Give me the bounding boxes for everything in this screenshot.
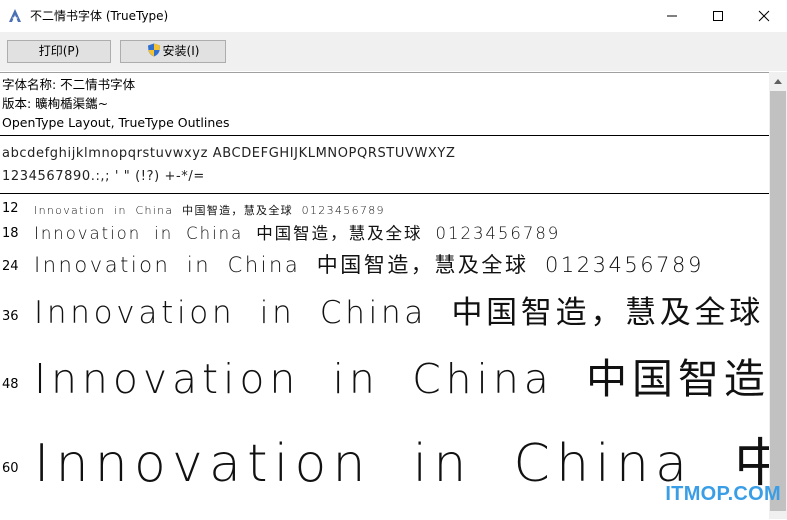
sample-text: Innovation in China 中国智造，慧及全球 0123456789 bbox=[34, 224, 561, 243]
sample-text: Innovation in China 中国智造，慧及全球 0123456789 bbox=[34, 204, 385, 217]
install-button-label: 安装(I) bbox=[162, 44, 200, 58]
watermark: ITMOP.COM bbox=[665, 483, 781, 505]
sample-row-18: 18 Innovation in China 中国智造，慧及全球 0123456… bbox=[0, 220, 769, 246]
size-label: 18 bbox=[2, 226, 19, 241]
close-button[interactable] bbox=[741, 0, 787, 32]
font-type-line: OpenType Layout, TrueType Outlines bbox=[2, 115, 230, 130]
size-label: 36 bbox=[2, 309, 19, 324]
close-icon bbox=[758, 10, 770, 22]
vertical-scrollbar[interactable] bbox=[769, 72, 787, 519]
sample-row-36: 36 Innovation in China 中国智造，慧及全球 bbox=[0, 285, 769, 337]
maximize-button[interactable] bbox=[695, 0, 741, 32]
print-button-label: 打印(P) bbox=[38, 44, 80, 58]
size-label: 48 bbox=[2, 377, 19, 392]
sample-text: Innovation in China 中国智造，慧及全球 0123456789 bbox=[34, 253, 704, 277]
sample-row-12: 12 Innovation in China 中国智造，慧及全球 0123456… bbox=[0, 199, 769, 219]
sample-text: Innovation in China 中国 bbox=[34, 434, 769, 494]
minimize-icon bbox=[667, 15, 677, 17]
size-label: 24 bbox=[2, 259, 19, 274]
minimize-button[interactable] bbox=[649, 0, 695, 32]
font-version-line: 版本: 曠栒楯渠鑴~ bbox=[2, 96, 109, 111]
sample-row-24: 24 Innovation in China 中国智造，慧及全球 0123456… bbox=[0, 247, 769, 283]
maximize-icon bbox=[713, 11, 723, 21]
size-label: 12 bbox=[2, 201, 19, 216]
charset-digits: 1234567890.:,; ' " (!?) +-*/= bbox=[2, 169, 205, 184]
font-preview-area: 字体名称: 不二情书字体 版本: 曠栒楯渠鑴~ OpenType Layout,… bbox=[0, 72, 769, 520]
sample-text: Innovation in China 中国智造，慧及全球 bbox=[34, 295, 764, 331]
uac-shield-icon bbox=[147, 43, 160, 57]
font-name-line: 字体名称: 不二情书字体 bbox=[2, 77, 136, 92]
separator bbox=[0, 193, 769, 194]
sample-row-48: 48 Innovation in China 中国智造 bbox=[0, 341, 769, 409]
install-button[interactable]: 安装(I) bbox=[120, 40, 226, 63]
separator bbox=[0, 135, 769, 136]
sample-row-60: 60 Innovation in China 中国 bbox=[0, 413, 769, 513]
toolbar: 打印(P) 安装(I) bbox=[0, 32, 787, 71]
title-bar: 不二情书字体 (TrueType) bbox=[0, 0, 787, 32]
charset-letters: abcdefghijklmnopqrstuvwxyz ABCDEFGHIJKLM… bbox=[2, 146, 456, 161]
scroll-thumb[interactable] bbox=[770, 91, 786, 511]
size-label: 60 bbox=[2, 461, 19, 476]
window-title: 不二情书字体 (TrueType) bbox=[30, 9, 169, 23]
print-button[interactable]: 打印(P) bbox=[7, 40, 111, 63]
sample-text: Innovation in China 中国智造 bbox=[34, 355, 769, 403]
chevron-up-icon bbox=[774, 79, 782, 84]
font-viewer-app-icon bbox=[9, 9, 21, 22]
scroll-up-button[interactable] bbox=[769, 72, 787, 90]
